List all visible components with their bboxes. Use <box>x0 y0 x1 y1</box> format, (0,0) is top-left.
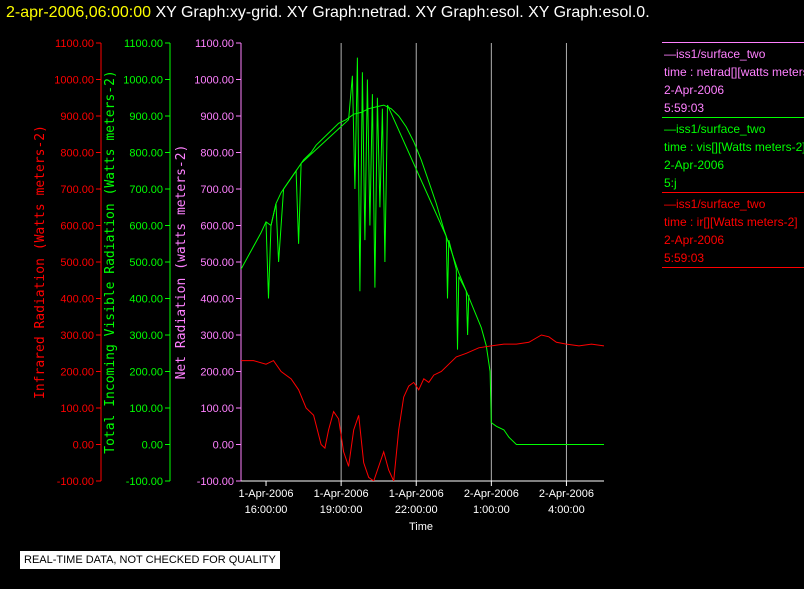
y-tick-label: 300.00 <box>200 330 234 342</box>
legend-bottom-rule <box>662 267 804 268</box>
y-tick-label: 0.00 <box>73 440 94 452</box>
y-tick-label: 900.00 <box>200 111 234 123</box>
y-tick-label: 900.00 <box>60 111 94 123</box>
legend: —iss1/surface_twotime : netrad[][watts m… <box>662 42 804 268</box>
y-tick-label: 1000.00 <box>54 75 94 87</box>
legend-date: 2-Apr-2006 <box>664 233 725 247</box>
legend-station: —iss1/surface_two <box>664 47 766 61</box>
y-tick-label: -100.00 <box>197 476 234 488</box>
y-tick-label: 200.00 <box>60 367 94 379</box>
y-tick-label: 700.00 <box>60 184 94 196</box>
series-line-vis <box>241 104 604 445</box>
legend-var: time : vis[][Watts meters-2] <box>664 140 804 154</box>
y-tick-label: 1100.00 <box>55 38 94 50</box>
y-tick-label: 500.00 <box>200 257 234 269</box>
y-tick-label: 300.00 <box>60 330 94 342</box>
y-tick-label: 600.00 <box>129 221 163 233</box>
y-tick-label: 500.00 <box>60 257 94 269</box>
y-tick-label: 1000.00 <box>123 75 163 87</box>
y-axis-title-2: Net Radiation (watts meters-2) <box>174 145 189 380</box>
legend-time: 5:59:03 <box>664 101 705 115</box>
quality-disclaimer: REAL-TIME DATA, NOT CHECKED FOR QUALITY <box>20 551 280 569</box>
x-axis-title: Time <box>409 521 433 533</box>
y-tick-label: -100.00 <box>57 476 94 488</box>
legend-var: time : netrad[][watts meters-2] <box>664 65 804 79</box>
x-tick-label-date: 1-Apr-2006 <box>314 488 369 500</box>
x-tick-label-time: 1:00:00 <box>473 504 510 516</box>
y-tick-label: 0.00 <box>142 440 163 452</box>
y-tick-label: 400.00 <box>60 294 94 306</box>
y-tick-label: 200.00 <box>200 367 234 379</box>
legend-time: 5:59:03 <box>664 251 705 265</box>
y-tick-label: 800.00 <box>60 148 94 160</box>
series-line-ir <box>241 334 604 481</box>
x-tick-label-date: 1-Apr-2006 <box>239 488 294 500</box>
legend-time: 5:j <box>664 176 677 190</box>
y-tick-label: 300.00 <box>129 330 163 342</box>
y-tick-label: 500.00 <box>129 257 163 269</box>
x-tick-label-time: 19:00:00 <box>320 504 363 516</box>
y-tick-label: 700.00 <box>129 184 163 196</box>
x-tick-label-date: 2-Apr-2006 <box>464 488 519 500</box>
y-tick-label: 600.00 <box>200 221 234 233</box>
y-tick-label: 1000.00 <box>194 75 234 87</box>
y-tick-label: 400.00 <box>200 294 234 306</box>
legend-var: time : ir[][Watts meters-2] <box>664 215 798 229</box>
legend-entry: —iss1/surface_twotime : vis[][Watts mete… <box>662 117 804 192</box>
y-axis-title-0: Infrared Radiation (Watts meters-2) <box>33 125 48 399</box>
legend-entry: —iss1/surface_twotime : ir[][Watts meter… <box>662 192 804 267</box>
x-tick-label-date: 1-Apr-2006 <box>389 488 444 500</box>
y-tick-label: 900.00 <box>129 111 163 123</box>
x-tick-label-date: 2-Apr-2006 <box>539 488 594 500</box>
x-tick-label-time: 4:00:00 <box>548 504 585 516</box>
y-tick-label: 200.00 <box>129 367 163 379</box>
y-tick-label: -100.00 <box>126 476 163 488</box>
x-tick-label-time: 16:00:00 <box>245 504 288 516</box>
legend-entry: —iss1/surface_twotime : netrad[][watts m… <box>662 42 804 117</box>
y-tick-label: 100.00 <box>60 403 94 415</box>
y-tick-label: 100.00 <box>129 403 163 415</box>
legend-station: —iss1/surface_two <box>664 197 766 211</box>
legend-date: 2-Apr-2006 <box>664 83 725 97</box>
y-axis-title-1: Total Incoming Visible Radiation (Watts … <box>103 70 118 454</box>
x-tick-label-time: 22:00:00 <box>395 504 438 516</box>
y-tick-label: 1100.00 <box>195 38 234 50</box>
y-tick-label: 100.00 <box>200 403 234 415</box>
y-tick-label: 0.00 <box>213 440 234 452</box>
y-tick-label: 400.00 <box>129 294 163 306</box>
y-tick-label: 800.00 <box>129 148 163 160</box>
y-tick-label: 800.00 <box>200 148 234 160</box>
legend-station: —iss1/surface_two <box>664 122 766 136</box>
y-tick-label: 600.00 <box>60 221 94 233</box>
series-line-vis_spikes <box>265 57 470 350</box>
y-tick-label: 1100.00 <box>124 38 163 50</box>
legend-date: 2-Apr-2006 <box>664 158 725 172</box>
y-tick-label: 700.00 <box>200 184 234 196</box>
